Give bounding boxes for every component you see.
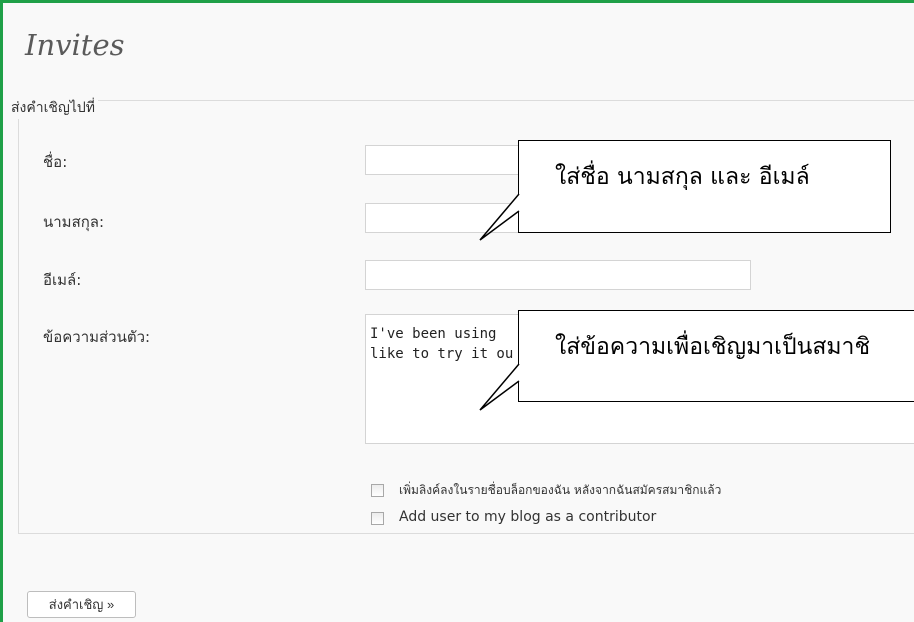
- link-blog-checkbox[interactable]: [371, 484, 384, 497]
- first-name-label: ชื่อ:: [43, 153, 68, 171]
- link-blog-checkbox-label: เพิ่มลิงค์ลงในรายชื่อบล็อกของฉัน หลังจาก…: [399, 483, 722, 497]
- email-field[interactable]: [365, 260, 751, 290]
- contributor-checkbox-label: Add user to my blog as a contributor: [399, 509, 657, 525]
- callout-message-text: ใส่ข้อความเพื่อเชิญมาเป็นสมาชิ: [555, 334, 871, 360]
- callout-name-box: ใส่ชื่อ นามสกุล และ อีเมล์: [518, 140, 891, 233]
- message-label: ข้อความส่วนตัว:: [43, 328, 151, 346]
- fieldset-legend: ส่งคำเชิญไปที่: [8, 97, 98, 119]
- email-label: อีเมล์:: [43, 271, 82, 289]
- callout-name-text: ใส่ชื่อ นามสกุล และ อีเมล์: [555, 164, 810, 190]
- send-invite-button[interactable]: ส่งคำเชิญ »: [27, 591, 136, 618]
- last-name-label: นามสกุล:: [43, 213, 105, 231]
- callout-message-box: ใส่ข้อความเพื่อเชิญมาเป็นสมาชิ: [518, 310, 914, 402]
- page-title: Invites: [25, 28, 125, 62]
- contributor-checkbox[interactable]: [371, 512, 384, 525]
